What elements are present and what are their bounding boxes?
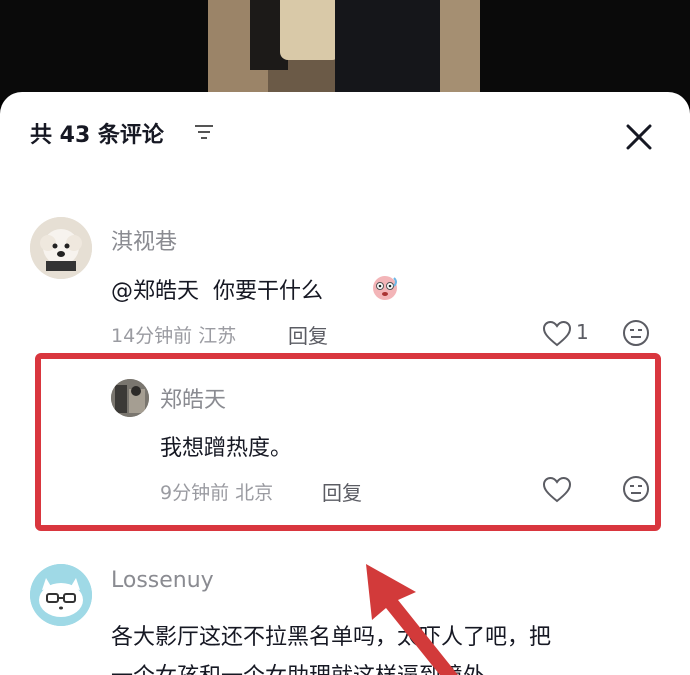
close-icon[interactable] — [622, 120, 656, 154]
video-frame-door — [440, 0, 480, 100]
filter-icon[interactable] — [194, 124, 214, 140]
comment-timestamp: 9分钟前 北京 — [160, 482, 274, 504]
avatar[interactable] — [111, 379, 149, 417]
comment-username[interactable]: 淇视巷 — [111, 224, 177, 256]
dislike-face-icon[interactable] — [622, 475, 650, 503]
comment-username[interactable]: 郑皓天 — [160, 382, 226, 414]
comment-sheet: 共 43 条评论 淇视巷 @郑皓天 你要干什么 14分钟前 江苏 回复 1 郑皓… — [0, 92, 690, 675]
video-player[interactable] — [0, 0, 690, 100]
avatar[interactable] — [30, 217, 92, 279]
comment-text: @郑皓天 你要干什么 — [111, 273, 323, 305]
heart-icon[interactable] — [542, 476, 572, 503]
dog-avatar-icon — [30, 217, 92, 279]
mention-link[interactable]: @郑皓天 — [111, 279, 199, 304]
comment-username[interactable]: Lossenuy — [111, 568, 214, 593]
like-count: 1 — [576, 320, 589, 344]
avatar[interactable] — [30, 564, 92, 626]
user-photo-icon — [111, 379, 149, 417]
reply-button[interactable]: 回复 — [288, 320, 328, 349]
comment-body-line: 各大影厅这还不拉黑名单吗，太吓人了吧，把 — [111, 625, 552, 650]
comment-timestamp: 14分钟前 江苏 — [111, 325, 237, 347]
video-figure-pants — [280, 0, 340, 60]
annotation-arrow-icon — [366, 564, 458, 675]
comment-body: 我想蹭热度。 — [160, 436, 293, 461]
comment-body: 你要干什么 — [213, 279, 324, 304]
dislike-face-icon[interactable] — [622, 319, 650, 347]
comment-count-title: 共 43 条评论 — [30, 123, 164, 148]
emoji-sticker-icon — [373, 276, 397, 300]
reply-button[interactable]: 回复 — [322, 477, 362, 506]
cartoon-avatar-icon — [30, 564, 92, 626]
heart-icon[interactable] — [542, 320, 572, 347]
